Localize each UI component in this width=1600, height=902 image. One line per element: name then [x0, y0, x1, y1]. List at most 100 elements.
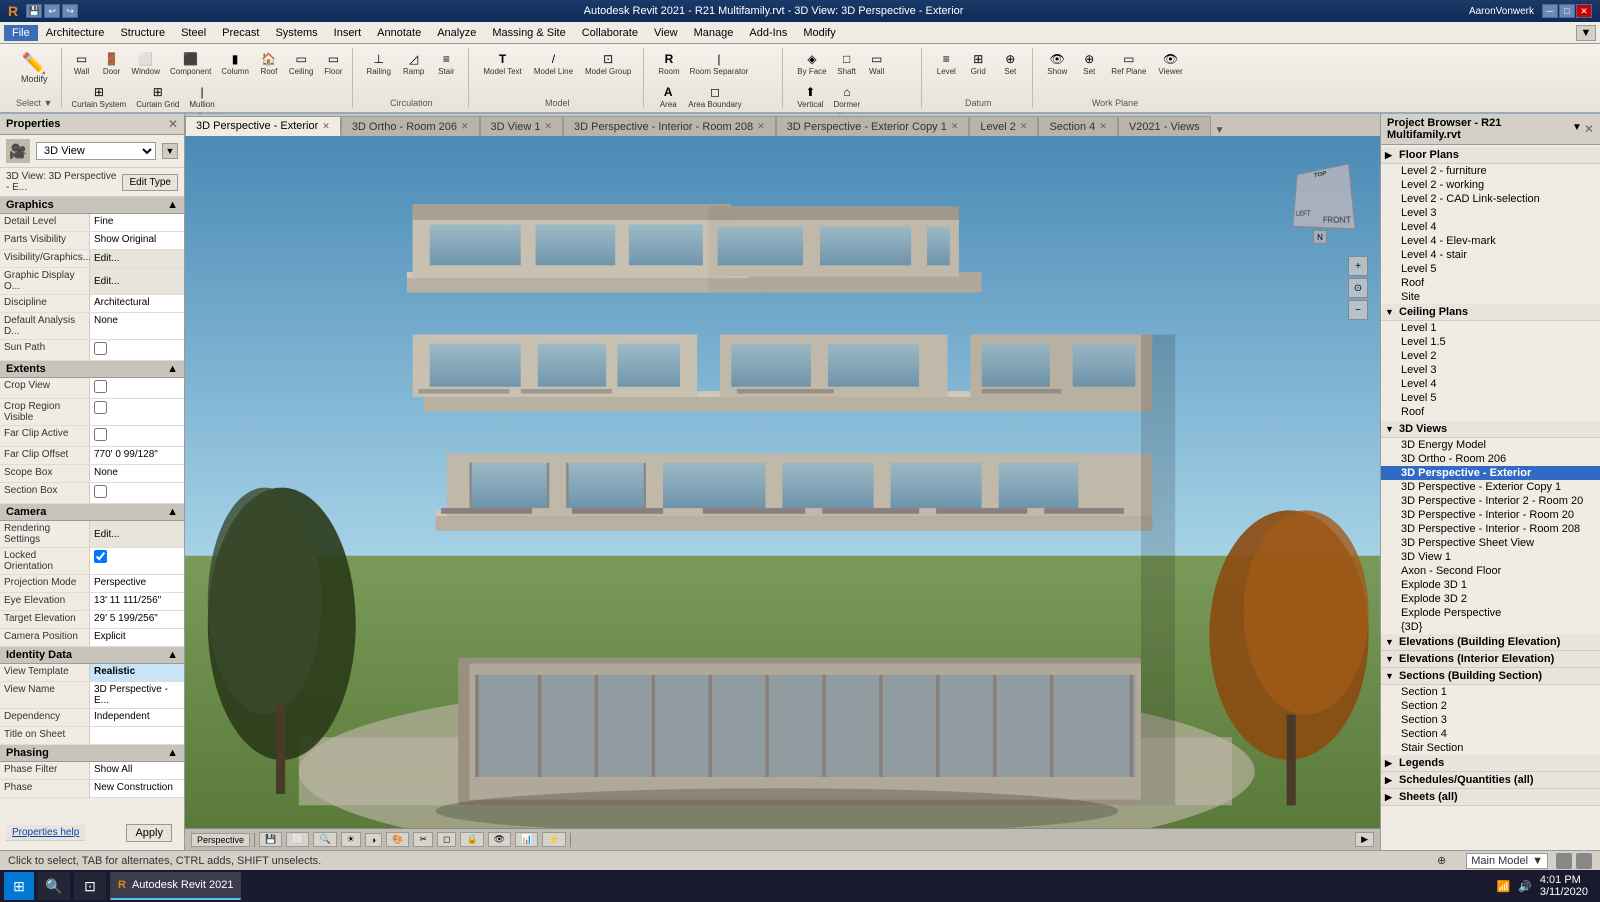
tab-3d-perspective-exterior-copy[interactable]: 3D Perspective - Exterior Copy 1 ✕ — [776, 116, 970, 136]
pb-explode-3d-2[interactable]: Explode 3D 2 — [1381, 592, 1600, 606]
rendering-settings-btn[interactable]: Edit... — [90, 521, 184, 547]
graphics-section-header[interactable]: Graphics ▲ — [0, 197, 184, 214]
tab-close-icon[interactable]: ✕ — [951, 121, 959, 132]
render-btn[interactable]: 🎨 — [386, 832, 409, 847]
menu-collaborate[interactable]: Collaborate — [574, 25, 646, 41]
perspective-mode-btn[interactable]: Perspective — [191, 833, 250, 847]
menu-systems[interactable]: Systems — [267, 25, 325, 41]
pb-cp-roof[interactable]: Roof — [1381, 405, 1600, 419]
menu-addins[interactable]: Add-Ins — [741, 25, 795, 41]
nav-zoom-out-btn[interactable]: − — [1348, 300, 1368, 320]
display-model-btn[interactable]: ⬜ — [286, 832, 309, 847]
menu-manage[interactable]: Manage — [686, 25, 742, 41]
ribbon-btn-set-wp[interactable]: ⊕ Set — [1075, 48, 1103, 79]
tab-close-icon[interactable]: ✕ — [461, 121, 469, 132]
minimize-btn[interactable]: ─ — [1542, 4, 1558, 18]
sun-path-btn[interactable]: ☀ — [341, 832, 361, 847]
ribbon-btn-model-line[interactable]: / Model Line — [530, 48, 577, 79]
pb-cat-elevations-interior[interactable]: ▼ Elevations (Interior Elevation) — [1381, 651, 1600, 668]
pb-cat-schedules[interactable]: ▶ Schedules/Quantities (all) — [1381, 772, 1600, 789]
tab-level-2[interactable]: Level 2 ✕ — [969, 116, 1038, 136]
view-type-arrow[interactable]: ▼ — [162, 143, 178, 159]
pb-3d-perspective-interior-208[interactable]: 3D Perspective - Interior - Room 208 — [1381, 522, 1600, 536]
apply-button[interactable]: Apply — [126, 824, 172, 842]
pb-cat-legends[interactable]: ▶ Legends — [1381, 755, 1600, 772]
ribbon-btn-component[interactable]: ⬛ Component — [166, 48, 215, 79]
pb-cp-level2[interactable]: Level 2 — [1381, 349, 1600, 363]
ribbon-btn-wall[interactable]: ▭ Wall — [68, 48, 96, 79]
close-btn[interactable]: ✕ — [1576, 4, 1592, 18]
tabs-overflow-btn[interactable]: ▼ — [1215, 125, 1225, 136]
menu-steel[interactable]: Steel — [173, 25, 214, 41]
ribbon-btn-viewer[interactable]: 👁 Viewer — [1154, 48, 1186, 79]
pb-cat-elevations-building[interactable]: ▼ Elevations (Building Elevation) — [1381, 634, 1600, 651]
ribbon-btn-stair[interactable]: ≡ Stair — [432, 48, 460, 79]
graphic-display-btn[interactable]: Edit... — [90, 268, 184, 294]
warning-icon[interactable] — [1576, 853, 1592, 869]
qat-undo-btn[interactable]: ↩ — [44, 4, 60, 18]
pb-3d-perspective-interior2[interactable]: 3D Perspective - Interior 2 - Room 20 — [1381, 494, 1600, 508]
pb-item-level2-working[interactable]: Level 2 - working — [1381, 178, 1600, 192]
ribbon-btn-mullion[interactable]: | Mullion — [185, 81, 218, 112]
menu-analyze[interactable]: Analyze — [429, 25, 484, 41]
ribbon-btn-ceiling[interactable]: ▭ Ceiling — [285, 48, 317, 79]
ribbon-btn-set[interactable]: ⊕ Set — [996, 48, 1024, 79]
compass-icon[interactable]: N — [1313, 230, 1327, 244]
pb-cat-sheets[interactable]: ▶ Sheets (all) — [1381, 789, 1600, 806]
ribbon-btn-door[interactable]: 🚪 Door — [98, 48, 126, 79]
tab-close-icon[interactable]: ✕ — [322, 121, 330, 132]
ribbon-btn-railing[interactable]: ⊥ Railing — [363, 48, 395, 79]
pb-3d-perspective-exterior[interactable]: 3D Perspective - Exterior — [1381, 466, 1600, 480]
sync-icon[interactable] — [1556, 853, 1572, 869]
identity-section-header[interactable]: Identity Data ▲ — [0, 647, 184, 664]
ribbon-btn-ref-plane[interactable]: ▭ Ref Plane — [1107, 48, 1150, 79]
pb-3d-ortho-206[interactable]: 3D Ortho - Room 206 — [1381, 452, 1600, 466]
pb-close-btn[interactable]: ✕ — [1584, 122, 1594, 136]
ribbon-btn-floor[interactable]: ▭ Floor — [319, 48, 347, 79]
pb-3d[interactable]: {3D} — [1381, 620, 1600, 634]
pb-item-level5[interactable]: Level 5 — [1381, 262, 1600, 276]
viewcube-box[interactable]: TOP LEFT FRONT — [1293, 163, 1357, 229]
pb-section-3[interactable]: Section 3 — [1381, 713, 1600, 727]
crop-view-checkbox[interactable] — [94, 380, 107, 393]
far-clip-checkbox[interactable] — [94, 428, 107, 441]
menu-structure[interactable]: Structure — [112, 25, 173, 41]
pb-cat-3d-views[interactable]: ▼ 3D Views — [1381, 421, 1600, 438]
ribbon-btn-room-sep[interactable]: | Room Separator — [686, 48, 753, 79]
save-orientation-btn[interactable]: 💾 — [259, 832, 282, 847]
menu-architecture[interactable]: Architecture — [38, 25, 113, 41]
ribbon-btn-modify[interactable]: ✏️ Modify — [16, 48, 53, 88]
pb-cp-level5[interactable]: Level 5 — [1381, 391, 1600, 405]
pb-3d-perspective-exterior-copy[interactable]: 3D Perspective - Exterior Copy 1 — [1381, 480, 1600, 494]
tab-close-icon[interactable]: ✕ — [544, 121, 552, 132]
taskbar-search-btn[interactable]: 🔍 — [38, 872, 70, 900]
pb-cp-level3[interactable]: Level 3 — [1381, 363, 1600, 377]
tab-3d-ortho-room206[interactable]: 3D Ortho - Room 206 ✕ — [341, 116, 480, 136]
viewcube[interactable]: TOP LEFT FRONT N — [1280, 156, 1360, 236]
tab-section-4[interactable]: Section 4 ✕ — [1038, 116, 1117, 136]
shadows-btn[interactable]: ◑ — [365, 833, 382, 847]
tab-close-icon[interactable]: ✕ — [1099, 121, 1107, 132]
ribbon-btn-area-boundary[interactable]: ◻ Area Boundary — [684, 81, 745, 112]
ribbon-btn-dormer[interactable]: ⌂ Dormer — [830, 81, 865, 112]
pb-cp-level1[interactable]: Level 1 — [1381, 321, 1600, 335]
edit-type-button[interactable]: Edit Type — [122, 174, 178, 191]
visibility-graphics-btn[interactable]: Edit... — [90, 250, 184, 267]
pb-3d-view-1[interactable]: 3D View 1 — [1381, 550, 1600, 564]
menu-view[interactable]: View — [646, 25, 686, 41]
phasing-section-header[interactable]: Phasing ▲ — [0, 745, 184, 762]
detail-level-btn[interactable]: ▶ — [1355, 832, 1374, 847]
show-hide-crop-btn[interactable]: ◻ — [437, 832, 456, 847]
crop-region-checkbox[interactable] — [94, 401, 107, 414]
ribbon-btn-by-face[interactable]: ◈ By Face — [793, 48, 830, 79]
tab-close-icon[interactable]: ✕ — [757, 121, 765, 132]
ribbon-btn-show[interactable]: 👁 Show — [1043, 48, 1071, 79]
ribbon-btn-grid[interactable]: ⊞ Grid — [964, 48, 992, 79]
pb-3d-energy[interactable]: 3D Energy Model — [1381, 438, 1600, 452]
menu-file[interactable]: File — [4, 25, 38, 41]
tab-3d-perspective-interior-208[interactable]: 3D Perspective - Interior - Room 208 ✕ — [563, 116, 776, 136]
tab-3d-view-1[interactable]: 3D View 1 ✕ — [480, 116, 563, 136]
ribbon-btn-curtain-grid[interactable]: ⊞ Curtain Grid — [132, 81, 183, 112]
ribbon-btn-curtain-system[interactable]: ⊞ Curtain System — [68, 81, 131, 112]
view-type-dropdown[interactable]: 3D View — [36, 142, 156, 160]
